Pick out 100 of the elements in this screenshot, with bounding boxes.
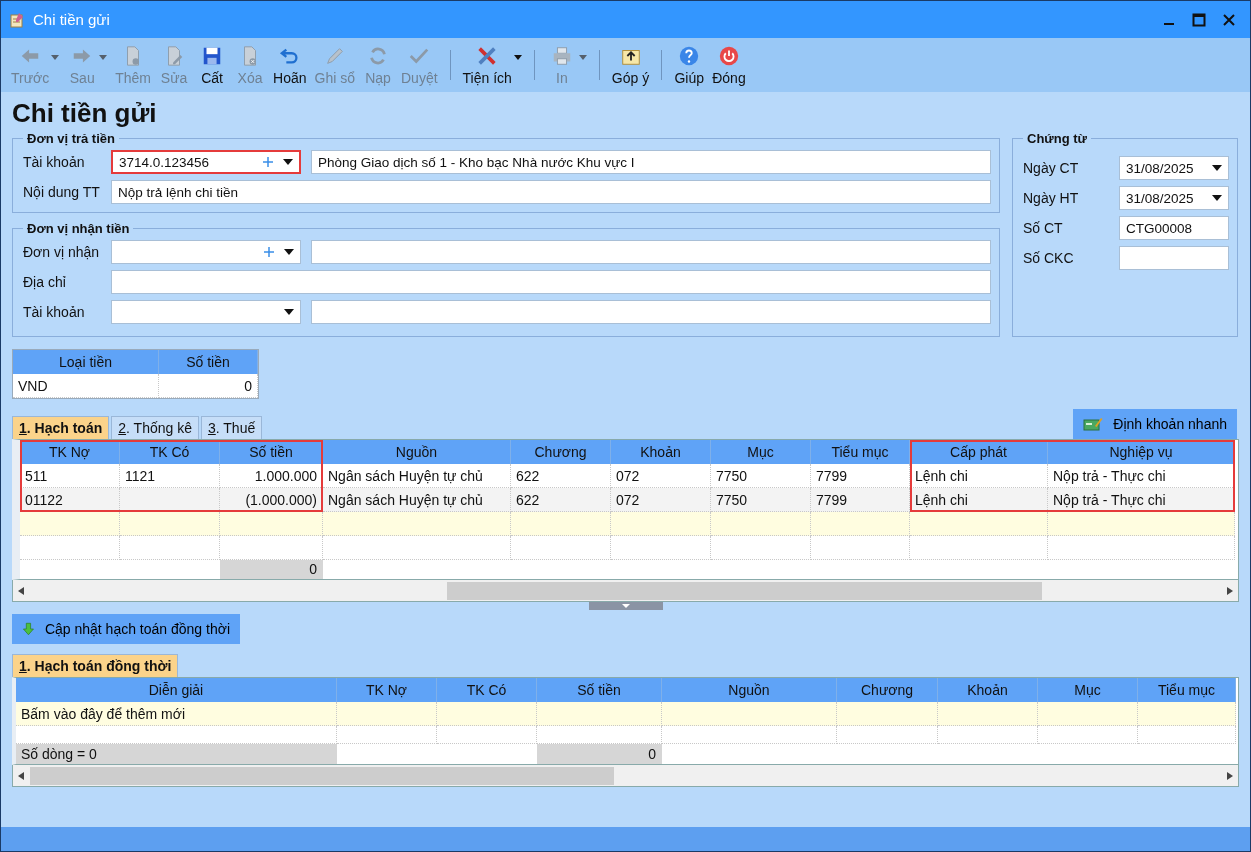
column-header: Số tiền <box>220 440 323 464</box>
column-header: Loại tiền <box>13 350 159 374</box>
table-cell: Ngân sách Huyện tự chủ <box>323 464 511 488</box>
new-row-cell[interactable] <box>938 702 1038 726</box>
close-button[interactable] <box>1222 12 1236 27</box>
scroll-left-icon[interactable] <box>18 771 24 780</box>
toolbar-button[interactable]: Đóng <box>708 42 750 88</box>
new-row-cell[interactable] <box>837 702 938 726</box>
new-row-cell[interactable] <box>1038 702 1138 726</box>
new-row-cell[interactable] <box>611 512 711 536</box>
recipient-name-field[interactable] <box>311 240 991 264</box>
new-row-cell[interactable] <box>711 512 811 536</box>
column-header: Cấp phát <box>910 440 1048 464</box>
row-count-cell: Số dòng = 0 <box>16 744 337 764</box>
caret-icon[interactable] <box>513 54 522 60</box>
new-row-cell[interactable] <box>537 702 662 726</box>
dropdown-caret-icon[interactable] <box>1212 195 1222 201</box>
card-pencil-icon <box>1083 416 1104 432</box>
table-cell: 0 <box>159 374 258 398</box>
new-row-cell[interactable] <box>511 512 611 536</box>
table-cell: 511 <box>20 464 120 488</box>
new-row-cell[interactable] <box>220 512 323 536</box>
table-cell: (1.000.000) <box>220 488 323 512</box>
column-header: Nguồn <box>662 678 837 702</box>
field-label: Tài khoản <box>23 304 86 320</box>
total-cell: 0 <box>220 560 323 579</box>
plus-icon[interactable] <box>264 247 274 257</box>
group-title: Chứng từ <box>1026 131 1088 146</box>
table-cell: Ngân sách Huyện tự chủ <box>323 488 511 512</box>
column-header: TK Nợ <box>20 440 120 464</box>
column-header: Nguồn <box>323 440 511 464</box>
dropdown-caret-icon[interactable] <box>284 309 294 315</box>
tab[interactable]: 2. Thống kê <box>111 416 199 439</box>
column-header: Tiểu mục <box>811 440 910 464</box>
new-row-cell[interactable] <box>811 512 910 536</box>
column-header: Diễn giải <box>16 678 337 702</box>
dropdown-caret-icon[interactable] <box>1212 165 1222 171</box>
tab[interactable]: 1. Hạch toán <box>12 416 110 439</box>
account-name-field[interactable] <box>311 300 991 324</box>
payment-content-field[interactable]: Nộp trả lệnh chi tiền <box>111 180 991 204</box>
toolbar-button[interactable]: Hoãn <box>269 42 311 88</box>
power-icon <box>717 44 740 67</box>
table-cell: 7799 <box>811 488 910 512</box>
text-field[interactable] <box>1119 246 1229 270</box>
group-title: Đơn vị nhận tiền <box>26 221 131 236</box>
arrow-down-icon <box>22 620 35 638</box>
column-header: Số tiền <box>159 350 258 374</box>
recipient-combo-field[interactable] <box>111 240 301 264</box>
date-field[interactable]: 31/08/2025 <box>1119 156 1229 180</box>
scroll-right-icon[interactable] <box>1227 771 1233 780</box>
account-name-field[interactable]: Phòng Giao dịch số 1 - Kho bạc Nhà nước Khu vực I <box>311 150 991 174</box>
new-row-cell[interactable] <box>323 512 511 536</box>
table-cell: Nộp trả - Thực chi <box>1048 488 1235 512</box>
field-label: Ngày HT <box>1023 190 1079 206</box>
column-header: TK Có <box>437 678 537 702</box>
table-cell: 072 <box>611 488 711 512</box>
new-row-cell[interactable] <box>1048 512 1235 536</box>
maximize-button[interactable] <box>1192 12 1206 27</box>
new-row-cell[interactable] <box>337 702 437 726</box>
column-header: Nghiệp vụ <box>1048 440 1235 464</box>
total-cell: 0 <box>537 744 662 764</box>
window-title: Chi tiền gửi <box>33 11 110 28</box>
horizontal-scrollbar[interactable] <box>12 765 1239 787</box>
scroll-right-icon[interactable] <box>1227 586 1233 595</box>
table-cell: 622 <box>511 488 611 512</box>
toolbar-button[interactable]: Tiện ích <box>458 42 516 88</box>
update-entries-button[interactable]: Cập nhật hạch toán đồng thời <box>12 614 240 644</box>
tab[interactable]: 1. Hạch toán đồng thời <box>12 654 179 677</box>
new-row-cell[interactable] <box>437 702 537 726</box>
new-row-cell[interactable] <box>662 702 837 726</box>
scroll-left-icon[interactable] <box>18 586 24 595</box>
horizontal-scrollbar[interactable] <box>12 580 1239 602</box>
tab[interactable]: 3. Thuế <box>200 416 263 439</box>
toolbar-button[interactable]: Góp ý <box>607 42 654 88</box>
plus-icon[interactable] <box>263 157 273 167</box>
field-label: Số CT <box>1023 220 1063 236</box>
account-combo-field[interactable]: 3714.0.123456 <box>111 150 301 174</box>
table-cell: Lệnh chi <box>910 488 1048 512</box>
new-row-cell[interactable] <box>910 512 1048 536</box>
dropdown-caret-icon[interactable] <box>283 159 293 165</box>
notepad-icon <box>9 11 25 28</box>
address-field[interactable] <box>111 270 991 294</box>
splitter-handle[interactable] <box>588 602 663 610</box>
toolbar-button[interactable]: Cất <box>193 42 232 88</box>
table-cell: Lệnh chi <box>910 464 1048 488</box>
date-field[interactable]: 31/08/2025 <box>1119 186 1229 210</box>
add-new-row-text[interactable]: Bấm vào đây để thêm mới <box>16 702 337 726</box>
new-row-cell[interactable] <box>120 512 220 536</box>
column-header: Mục <box>711 440 811 464</box>
new-row-cell[interactable] <box>20 512 120 536</box>
dropdown-caret-icon[interactable] <box>284 249 294 255</box>
table-cell: 622 <box>511 464 611 488</box>
toolbar-button[interactable]: Giúp <box>670 42 709 88</box>
text-field[interactable]: CTG00008 <box>1119 216 1229 240</box>
account-combo-field[interactable] <box>111 300 301 324</box>
new-row-cell[interactable] <box>1138 702 1236 726</box>
column-header: TK Có <box>120 440 220 464</box>
field-label: Số CKC <box>1023 250 1074 266</box>
table-cell: VND <box>13 374 159 398</box>
quick-entry-button[interactable]: Định khoản nhanh <box>1073 409 1237 439</box>
